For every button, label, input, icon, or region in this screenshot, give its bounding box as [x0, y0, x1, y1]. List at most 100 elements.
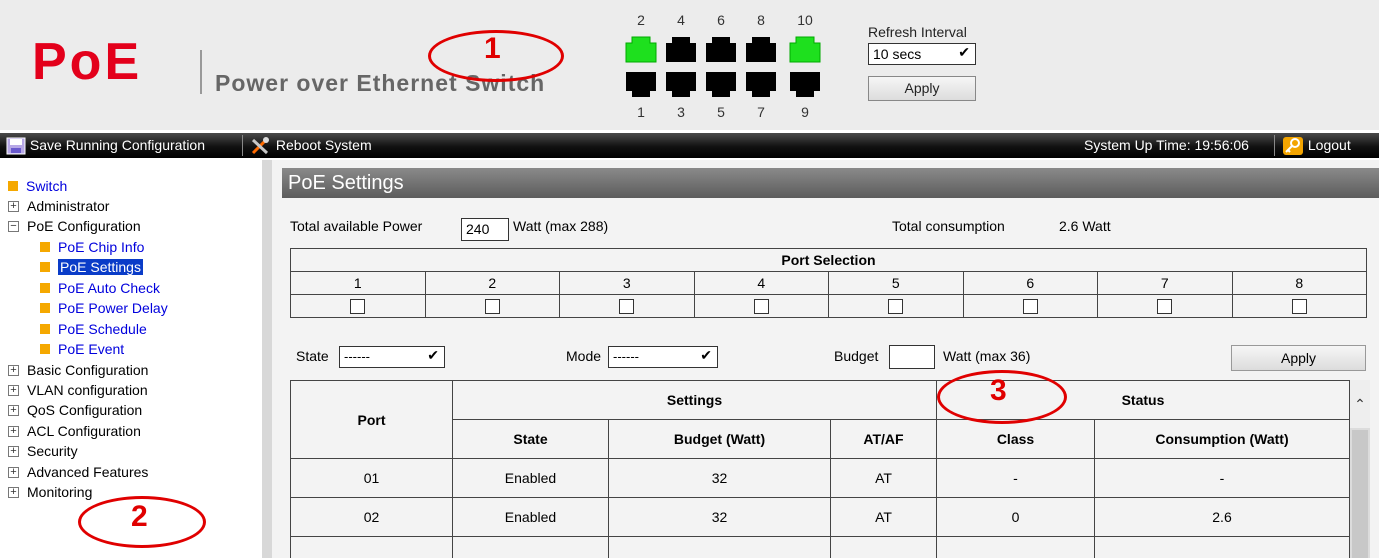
sidebar-item-switch[interactable]: Switch — [8, 176, 67, 196]
port-3-cell — [559, 294, 695, 318]
sidebar-item-poe-schedule[interactable]: PoE Schedule — [40, 319, 147, 339]
mode-label: Mode — [566, 348, 602, 364]
total-consumption-value: 2.6 Watt — [1059, 218, 1111, 234]
sidebar-item-administrator[interactable]: + Administrator — [8, 196, 109, 216]
reboot-label: Reboot System — [275, 137, 372, 153]
port-number: 1 — [637, 104, 645, 120]
atf-cell: AT — [830, 458, 937, 498]
port-9-icon[interactable] — [787, 70, 823, 100]
sidebar-item-poe-chip-info[interactable]: PoE Chip Info — [40, 237, 144, 257]
port-4-checkbox[interactable] — [753, 299, 769, 315]
sidebar-item-label: PoE Schedule — [58, 321, 147, 337]
port-1-checkbox[interactable] — [350, 299, 366, 315]
sidebar-item-label: QoS Configuration — [27, 402, 143, 418]
port-6-checkbox[interactable] — [1022, 299, 1038, 315]
expand-icon: + — [8, 200, 19, 212]
port-3-icon[interactable] — [663, 70, 699, 100]
chevron-down-icon: ✔ — [958, 44, 970, 60]
port-number: 3 — [677, 104, 685, 120]
expand-icon: + — [8, 384, 19, 396]
sidebar-item-vlan-configuration[interactable]: + VLAN configuration — [8, 380, 148, 400]
state-label: State — [296, 348, 329, 364]
sidebar-item-poe-settings[interactable]: PoE Settings — [40, 257, 143, 277]
settings-header: Settings — [452, 380, 937, 420]
refresh-interval-label: Refresh Interval — [868, 24, 967, 40]
sidebar-item-label: ACL Configuration — [27, 423, 141, 439]
expand-icon: + — [8, 404, 19, 416]
main-content: PoE Settings Total available Power 240 W… — [272, 160, 1379, 558]
total-power-input[interactable]: 240 — [461, 218, 509, 241]
empty-cell — [830, 536, 937, 558]
class-cell: - — [936, 458, 1095, 498]
bullet-icon — [40, 283, 50, 294]
port-8-icon[interactable] — [743, 34, 779, 64]
port-6-cell — [962, 294, 1098, 318]
sidebar-item-basic-configuration[interactable]: + Basic Configuration — [8, 360, 148, 380]
port-5-checkbox[interactable] — [888, 299, 904, 315]
port-10-active-icon[interactable] — [787, 34, 823, 64]
sidebar-item-label: PoE Settings — [58, 259, 143, 275]
total-consumption-label: Total consumption — [892, 218, 1005, 234]
port-selection-number: 7 — [1097, 271, 1233, 295]
table-row: 01 Enabled 32 AT - - — [290, 458, 1350, 498]
state-cell: Enabled — [452, 458, 609, 498]
logo-divider — [200, 50, 202, 94]
port-number: 4 — [677, 12, 685, 28]
save-config-button[interactable]: Save Running Configuration — [6, 135, 205, 156]
budget-cell: 32 — [608, 497, 831, 537]
port-1-icon[interactable] — [623, 70, 659, 100]
refresh-apply-button[interactable]: Apply — [868, 76, 976, 101]
annotation-number: 3 — [990, 374, 1007, 407]
annotation-number: 1 — [484, 32, 501, 65]
sidebar-item-monitoring[interactable]: + Monitoring — [8, 482, 92, 502]
scroll-up-icon[interactable]: ⌃ — [1350, 380, 1370, 428]
sidebar-item-advanced-features[interactable]: + Advanced Features — [8, 462, 148, 482]
port-7-icon[interactable] — [743, 70, 779, 100]
port-number: 10 — [797, 12, 813, 28]
port-7-cell — [1097, 294, 1233, 318]
sidebar-item-poe-event[interactable]: PoE Event — [40, 339, 124, 359]
port-4-cell — [693, 294, 829, 318]
sidebar-item-poe-auto-check[interactable]: PoE Auto Check — [40, 278, 160, 298]
sidebar-divider[interactable] — [262, 160, 272, 558]
table-scrollbar[interactable]: ⌃ — [1350, 380, 1370, 558]
port-1-cell — [290, 294, 426, 318]
refresh-interval-value: 10 secs — [873, 46, 922, 62]
sidebar-item-label: Administrator — [27, 198, 110, 214]
port-2-active-icon[interactable] — [623, 34, 659, 64]
apply-button[interactable]: Apply — [1231, 345, 1366, 371]
reboot-button[interactable]: Reboot System — [250, 135, 372, 156]
port-6-icon[interactable] — [703, 34, 739, 64]
annotation-number: 2 — [131, 500, 148, 533]
sidebar-item-qos-configuration[interactable]: + QoS Configuration — [8, 400, 142, 420]
table-row: 02 Enabled 32 AT 0 2.6 — [290, 497, 1350, 537]
scroll-thumb[interactable] — [1352, 430, 1368, 558]
bullet-icon — [40, 303, 50, 314]
sidebar-item-poe-power-delay[interactable]: PoE Power Delay — [40, 298, 168, 318]
port-5-icon[interactable] — [703, 70, 739, 100]
port-selection-number: 8 — [1231, 271, 1367, 295]
state-select[interactable]: ------ ✔ — [339, 346, 445, 368]
budget-input[interactable] — [889, 345, 935, 369]
port-selection-number: 6 — [962, 271, 1098, 295]
port-selection-number: 1 — [290, 271, 426, 295]
atf-column-header: AT/AF — [830, 419, 937, 459]
port-8-checkbox[interactable] — [1291, 299, 1307, 315]
collapse-icon: − — [8, 220, 19, 232]
refresh-interval-select[interactable]: 10 secs ✔ — [868, 43, 976, 65]
port-7-checkbox[interactable] — [1157, 299, 1173, 315]
table-row — [290, 536, 1350, 558]
logout-button[interactable]: Logout — [1282, 135, 1351, 156]
port-4-icon[interactable] — [663, 34, 699, 64]
port-3-checkbox[interactable] — [619, 299, 635, 315]
port-selection-number: 2 — [424, 271, 560, 295]
state-select-value: ------ — [344, 349, 370, 364]
mode-select[interactable]: ------ ✔ — [608, 346, 718, 368]
empty-cell — [290, 536, 453, 558]
sidebar-item-poe-configuration[interactable]: − PoE Configuration — [8, 216, 141, 236]
sidebar-item-security[interactable]: + Security — [8, 441, 78, 461]
port-2-checkbox[interactable] — [484, 299, 500, 315]
sidebar-item-acl-configuration[interactable]: + ACL Configuration — [8, 421, 141, 441]
port-selection-number: 4 — [693, 271, 829, 295]
expand-icon: + — [8, 466, 19, 478]
